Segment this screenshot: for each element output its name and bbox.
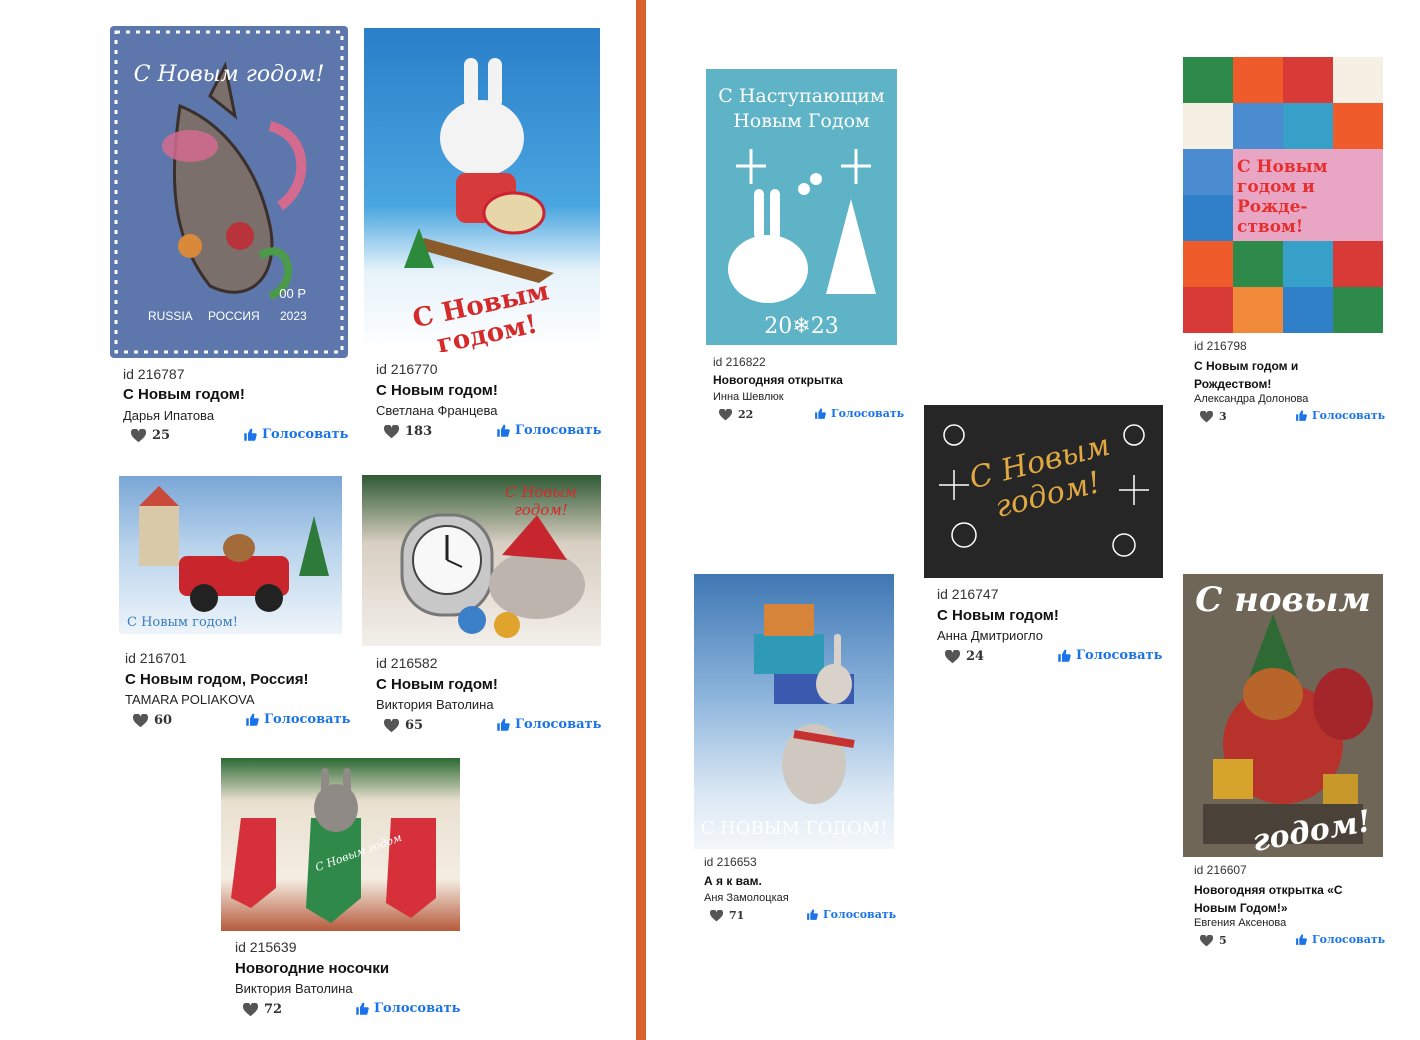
- card-author: Евгения Аксенова: [1194, 917, 1287, 929]
- stamp-greeting: С Новым годом!: [133, 62, 325, 87]
- card-greeting: С Новым годом и Рожде- ством!: [1237, 157, 1328, 237]
- heart-icon: [1200, 934, 1213, 946]
- vote-button[interactable]: Голосовать: [1295, 933, 1385, 946]
- postcard-image[interactable]: С новым годом!: [1183, 574, 1383, 857]
- thumbs-up-icon: [1296, 934, 1307, 945]
- card-greeting: С Новым годом!: [127, 615, 238, 630]
- card-greeting-1: С Наступающим: [718, 85, 885, 107]
- card-year: 20❄23: [764, 314, 839, 339]
- likes-count: 5: [1200, 934, 1227, 947]
- card-greeting-2: Новым Годом: [733, 110, 870, 132]
- stamp-country-en: RUSSIA: [148, 309, 193, 323]
- stamp-value: 00 Р: [279, 286, 306, 301]
- vote-label: Голосовать: [1312, 933, 1386, 946]
- card-id: id 216607: [1194, 863, 1247, 877]
- card-greeting: С Новым годом!: [505, 483, 577, 519]
- postcard-card: С новым годом! id 216607 Новогодняя откр…: [0, 0, 1420, 1040]
- stamp-year: 2023: [280, 309, 307, 323]
- likes-value: 5: [1219, 934, 1227, 947]
- stamp-country-ru: РОССИЯ: [208, 309, 260, 323]
- card-greeting-1: С новым: [1195, 580, 1371, 620]
- card-greeting: С НОВЫМ ГОДОМ!: [700, 818, 888, 839]
- card-title: Новогодняя открытка «С Новым Годом!»: [1194, 883, 1343, 915]
